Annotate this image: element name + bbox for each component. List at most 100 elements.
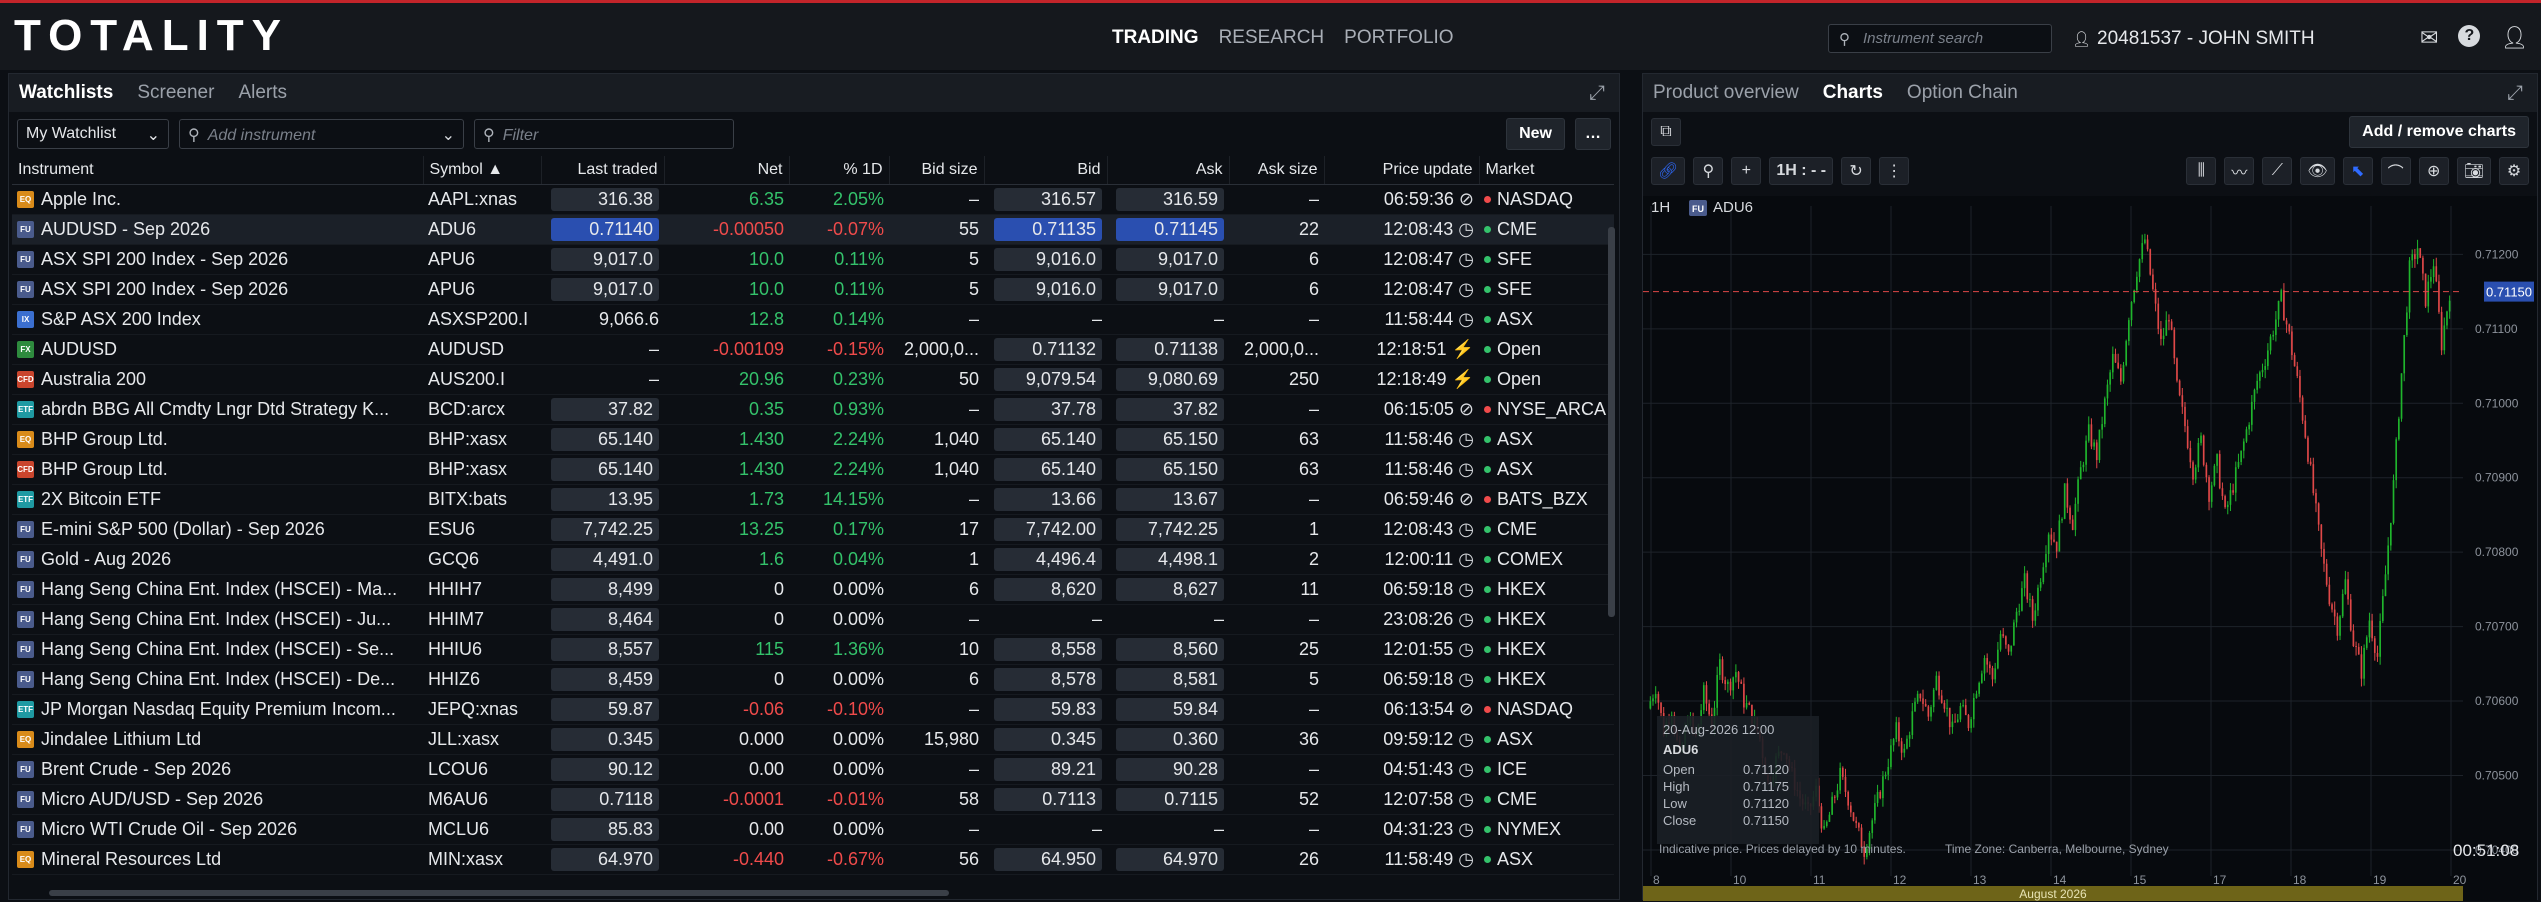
bid-price[interactable]: 8,620 — [994, 577, 1102, 601]
tab-option-chain[interactable]: Option Chain — [1907, 82, 2018, 104]
horizontal-scrollbar[interactable] — [49, 890, 949, 896]
table-row[interactable]: FU ASX SPI 200 Index - Sep 2026 APU6 9,017.… — [12, 244, 1614, 275]
nav-research[interactable]: RESEARCH — [1219, 27, 1325, 49]
indicators-icon[interactable]: 〰 — [2224, 157, 2255, 185]
add-icon[interactable]: + — [1731, 157, 1762, 185]
ask-price[interactable]: 65.150 — [1116, 427, 1224, 451]
add-instrument-input[interactable]: ⚲ Add instrument ⌄ — [179, 119, 464, 149]
ask-price[interactable]: 7,742.25 — [1116, 517, 1224, 541]
table-row[interactable]: IX S&P ASX 200 Index ASXSP200.I 9,066.6 12.8… — [12, 304, 1614, 335]
bid-price[interactable]: 8,578 — [994, 667, 1102, 691]
table-row[interactable]: ETF abrdn BBG All Cmdty Lngr Dtd Strategy… — [12, 394, 1614, 425]
table-row[interactable]: FU Hang Seng China Ent. Index (HSCEI) - D… — [12, 664, 1614, 695]
ask-price[interactable]: 9,017.0 — [1116, 277, 1224, 301]
col-price-update[interactable]: Price update — [1323, 156, 1479, 185]
table-row[interactable]: FX AUDUSD AUDUSD – -0.00109 -0.15% 2,000,0... 0… — [12, 334, 1614, 365]
table-row[interactable]: EQ BHP Group Ltd. BHP:xasx 65.140 1.430 2.24%… — [12, 424, 1614, 455]
instrument-cell[interactable]: FU Gold - Aug 2026 — [12, 544, 423, 575]
col-ask-size[interactable]: Ask size — [1228, 156, 1324, 185]
table-row[interactable]: ETF JP Morgan Nasdaq Equity Premium Incom… — [12, 694, 1614, 725]
table-row[interactable]: EQ Jindalee Lithium Ltd JLL:xasx 0.345 0.000… — [12, 724, 1614, 755]
bid-price[interactable]: 37.78 — [994, 397, 1102, 421]
col-bid[interactable]: Bid — [983, 156, 1107, 185]
ask-price[interactable]: 64.970 — [1116, 847, 1224, 871]
col-symbol[interactable]: Symbol ▲ — [422, 156, 541, 185]
eye-icon[interactable]: 👁︎ — [2300, 157, 2335, 185]
price-chart[interactable]: 0.71200 0.71100 0.71000 0.70900 0.70800 0.707… — [1643, 196, 2537, 901]
profile-icon[interactable]: 👤︎ — [2500, 25, 2528, 51]
bid-price[interactable]: – — [1092, 819, 1102, 839]
tab-product-overview[interactable]: Product overview — [1653, 82, 1799, 104]
expand-icon[interactable]: ⤢ — [2507, 82, 2523, 105]
add-remove-charts-button[interactable]: Add / remove charts — [2349, 116, 2529, 148]
ask-price[interactable]: 0.71145 — [1116, 217, 1224, 241]
instrument-cell[interactable]: EQ Apple Inc. — [12, 184, 423, 215]
col-last-traded[interactable]: Last traded — [540, 156, 664, 185]
table-row[interactable]: FU Micro WTI Crude Oil - Sep 2026 MCLU6 85.… — [12, 814, 1614, 845]
link-icon[interactable]: 🔗︎ — [1651, 157, 1686, 185]
instrument-cell[interactable]: FU Hang Seng China Ent. Index (HSCEI) - S… — [12, 634, 423, 665]
more-vertical-icon[interactable]: ⋮ — [1879, 157, 1910, 185]
ask-price[interactable]: 9,017.0 — [1116, 247, 1224, 271]
expand-icon[interactable]: ⤢ — [1589, 82, 1605, 105]
ask-price[interactable]: – — [1214, 609, 1224, 629]
ask-price[interactable]: 8,627 — [1116, 577, 1224, 601]
chart-type-icon[interactable]: ⫼ — [2186, 157, 2217, 185]
ask-price[interactable]: 65.150 — [1116, 457, 1224, 481]
bid-price[interactable]: – — [1092, 609, 1102, 629]
nav-trading[interactable]: TRADING — [1112, 27, 1199, 49]
table-row[interactable]: FU AUDUSD - Sep 2026 ADU6 0.71140 -0.00050 -0… — [12, 214, 1614, 245]
ask-price[interactable]: 59.84 — [1116, 697, 1224, 721]
table-row[interactable]: FU Gold - Aug 2026 GCQ6 4,491.0 1.6 0.04% 1 4,4… — [12, 544, 1614, 575]
ask-price[interactable]: 0.71138 — [1116, 337, 1224, 361]
watchlist-select[interactable]: My Watchlist ⌄ — [17, 119, 169, 149]
bid-price[interactable]: 0.345 — [994, 727, 1102, 751]
table-row[interactable]: FU ASX SPI 200 Index - Sep 2026 APU6 9,017.… — [12, 274, 1614, 305]
instrument-cell[interactable]: FU Micro AUD/USD - Sep 2026 — [12, 784, 423, 815]
ask-price[interactable]: – — [1214, 819, 1224, 839]
new-watchlist-button[interactable]: New — [1506, 118, 1565, 150]
instrument-search-input[interactable]: ⚲ Instrument search — [1828, 24, 2052, 53]
col-bid-size[interactable]: Bid size — [888, 156, 984, 185]
table-row[interactable]: EQ Mineral Resources Ltd MIN:xasx 64.970 -0.… — [12, 844, 1614, 875]
instrument-cell[interactable]: IX S&P ASX 200 Index — [12, 304, 423, 335]
popout-icon[interactable]: ⧉ — [1651, 118, 1681, 146]
filter-input[interactable]: ⚲ Filter — [474, 119, 734, 149]
ask-price[interactable]: 9,080.69 — [1116, 367, 1224, 391]
mail-icon[interactable]: ✉ — [2420, 25, 2438, 51]
ask-price[interactable]: 0.7115 — [1116, 787, 1224, 811]
instrument-cell[interactable]: EQ BHP Group Ltd. — [12, 424, 423, 455]
instrument-cell[interactable]: FU Hang Seng China Ent. Index (HSCEI) - D… — [12, 664, 423, 695]
bid-price[interactable]: 65.140 — [994, 427, 1102, 451]
ask-price[interactable]: 8,581 — [1116, 667, 1224, 691]
ask-price[interactable]: 13.67 — [1116, 487, 1224, 511]
help-icon[interactable]: ? — [2458, 25, 2481, 47]
ask-price[interactable]: 0.360 — [1116, 727, 1224, 751]
bid-price[interactable]: 8,558 — [994, 637, 1102, 661]
bid-price[interactable]: 13.66 — [994, 487, 1102, 511]
table-row[interactable]: FU Hang Seng China Ent. Index (HSCEI) - J… — [12, 604, 1614, 635]
refresh-icon[interactable]: ↻ — [1841, 157, 1872, 185]
col-instrument[interactable]: Instrument — [12, 156, 423, 185]
ask-price[interactable]: 37.82 — [1116, 397, 1224, 421]
table-row[interactable]: EQ Apple Inc. AAPL:xnas 316.38 6.35 2.05% –316… — [12, 184, 1614, 215]
logo[interactable]: TOTALITY — [14, 11, 289, 61]
bid-price[interactable]: – — [1092, 309, 1102, 329]
bid-price[interactable]: 9,079.54 — [994, 367, 1102, 391]
table-row[interactable]: FU Hang Seng China Ent. Index (HSCEI) - S… — [12, 634, 1614, 665]
instrument-cell[interactable]: CFD BHP Group Ltd. — [12, 454, 423, 485]
vertical-scrollbar[interactable] — [1608, 227, 1615, 617]
instrument-cell[interactable]: ETF abrdn BBG All Cmdty Lngr Dtd Strategy… — [12, 394, 423, 425]
search-icon[interactable]: ⚲ — [1693, 157, 1724, 185]
tab-charts[interactable]: Charts — [1823, 82, 1883, 104]
instrument-cell[interactable]: FU AUDUSD - Sep 2026 — [12, 214, 423, 245]
bid-price[interactable]: 9,016.0 — [994, 277, 1102, 301]
settings-icon[interactable]: ⚙ — [2499, 157, 2529, 185]
col-ask[interactable]: Ask — [1106, 156, 1229, 185]
instrument-cell[interactable]: EQ Jindalee Lithium Ltd — [12, 724, 423, 755]
instrument-cell[interactable]: FU Hang Seng China Ent. Index (HSCEI) - M… — [12, 574, 423, 605]
instrument-cell[interactable]: FU Micro WTI Crude Oil - Sep 2026 — [12, 814, 423, 845]
curve-icon[interactable]: ⌒ — [2380, 157, 2411, 185]
table-row[interactable]: ETF 2X Bitcoin ETF BITX:bats 13.95 1.73 14.15… — [12, 484, 1614, 515]
draw-line-icon[interactable]: ⟋ — [2262, 157, 2293, 185]
